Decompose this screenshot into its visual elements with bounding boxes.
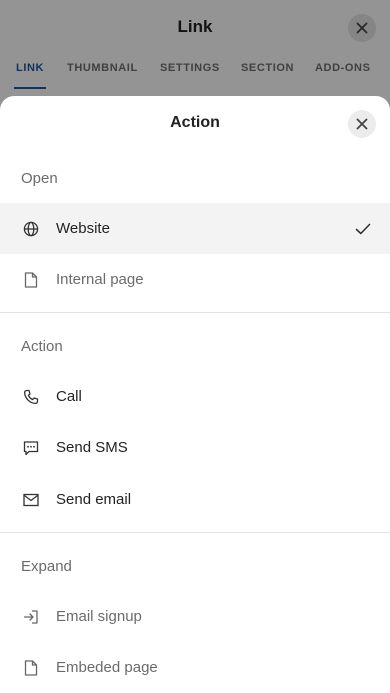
option-label: Send email xyxy=(56,491,132,508)
action-sheet: Action Open Website Internal page Action… xyxy=(0,96,390,693)
section-divider xyxy=(0,312,390,313)
option-label: Send SMS xyxy=(56,439,128,456)
mail-icon xyxy=(22,491,40,509)
checkmark-icon xyxy=(354,220,372,238)
section-label-open: Open xyxy=(21,170,58,187)
section-label-action: Action xyxy=(21,338,63,355)
option-call[interactable]: Call xyxy=(0,371,390,422)
option-label: Embeded page xyxy=(56,659,158,676)
section-label-expand: Expand xyxy=(21,558,72,575)
sheet-title: Action xyxy=(170,114,220,131)
phone-icon xyxy=(22,388,40,406)
option-send-email[interactable]: Send email xyxy=(0,474,390,525)
globe-icon xyxy=(22,220,40,238)
option-label: Call xyxy=(56,388,82,405)
option-send-sms[interactable]: Send SMS xyxy=(0,422,390,473)
option-website[interactable]: Website xyxy=(0,203,390,254)
option-embeded-page[interactable]: Embeded page xyxy=(0,642,390,693)
option-label: Internal page xyxy=(56,271,144,288)
section-divider xyxy=(0,532,390,533)
option-internal-page[interactable]: Internal page xyxy=(0,254,390,305)
sheet-close-button[interactable] xyxy=(348,110,376,138)
option-label: Email signup xyxy=(56,608,142,625)
page-icon xyxy=(22,659,40,677)
close-icon xyxy=(356,118,368,130)
option-label: Website xyxy=(56,220,110,237)
sign-in-icon xyxy=(22,608,40,626)
page-icon xyxy=(22,271,40,289)
sms-icon xyxy=(22,439,40,457)
option-email-signup[interactable]: Email signup xyxy=(0,591,390,642)
